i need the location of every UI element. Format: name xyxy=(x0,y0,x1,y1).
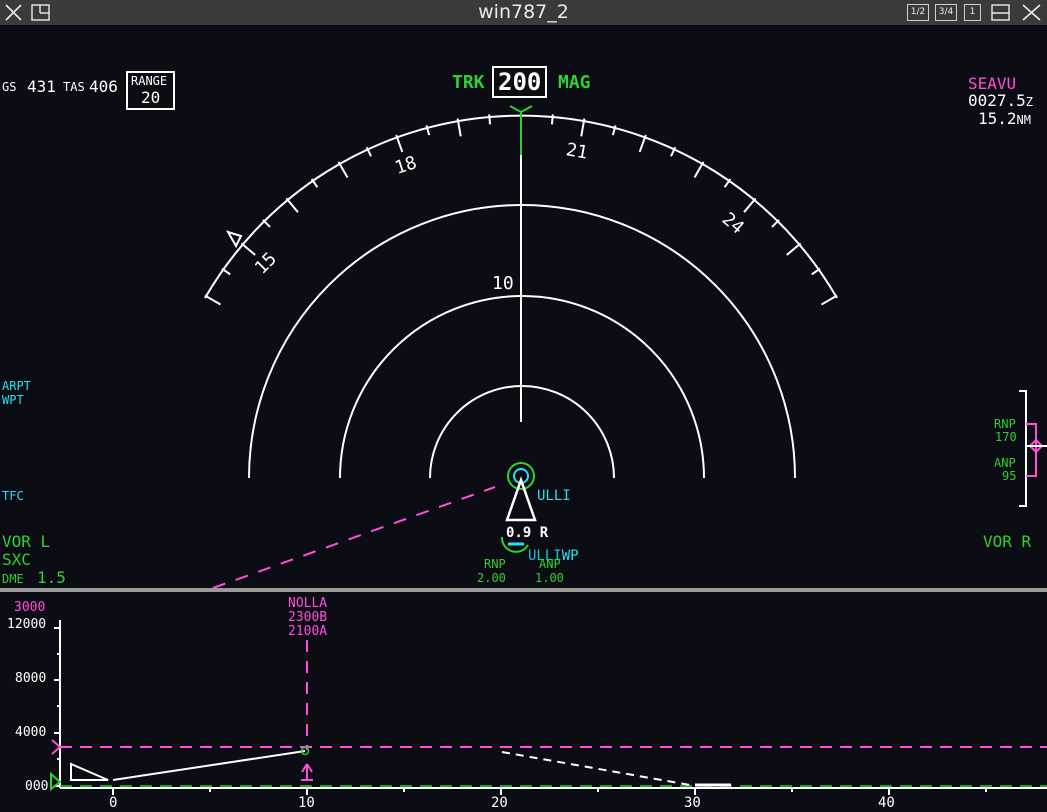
dist-tick-0: 0 xyxy=(109,795,118,811)
dist-tick-40: 40 xyxy=(878,795,895,811)
projected-descent-path xyxy=(501,751,691,786)
nolla-constraint-top: 2300B xyxy=(288,610,328,625)
dist-tick-10: 10 xyxy=(298,795,315,811)
selected-altitude-value: 3000 xyxy=(14,600,46,615)
nolla-constraint-bottom: 2100A xyxy=(288,624,328,639)
nolla-constraint-arrow xyxy=(301,763,313,781)
alt-tick-12000: 12000 xyxy=(7,617,47,632)
selected-altitude-bug xyxy=(51,739,62,755)
alt-tick-4000: 4000 xyxy=(15,725,47,740)
dist-tick-20: 20 xyxy=(491,795,508,811)
distance-ticks xyxy=(112,788,987,795)
nolla-name: NOLLA xyxy=(288,596,328,611)
dist-tick-30: 30 xyxy=(684,795,701,811)
alt-tick-8000: 8000 xyxy=(15,671,47,686)
vertical-path-segment xyxy=(112,750,306,781)
vsd-aircraft-symbol xyxy=(70,762,109,781)
alt-tick-0: 000 xyxy=(25,779,49,794)
vsd-graphics xyxy=(50,620,1047,795)
